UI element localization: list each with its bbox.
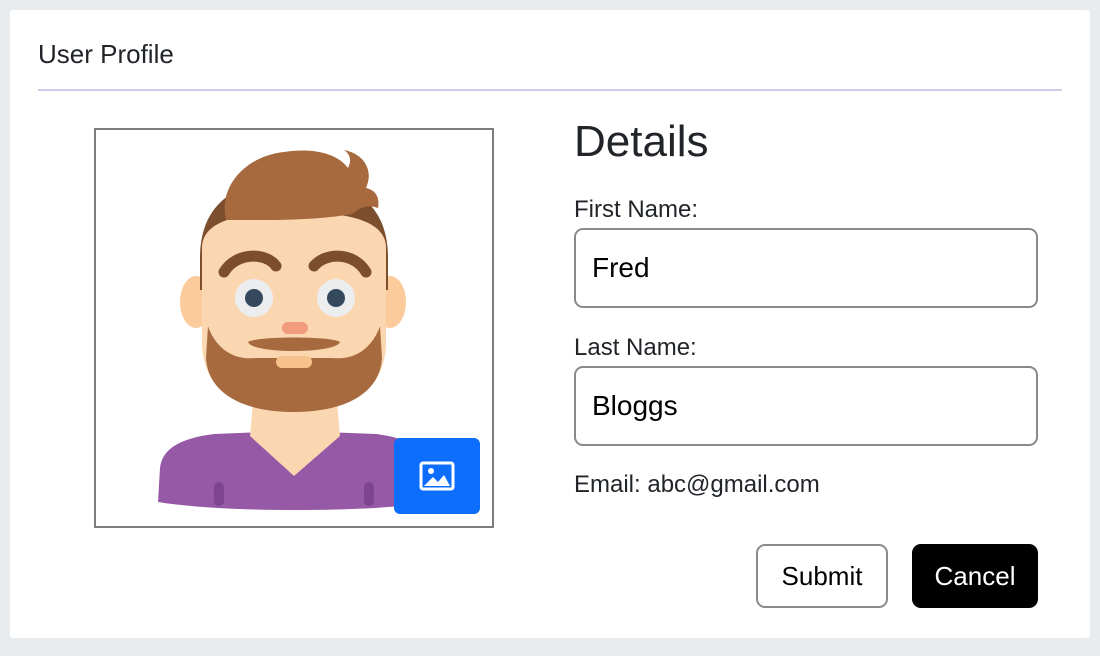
email-text: Email: abc@gmail.com (574, 471, 820, 498)
last-name-input[interactable] (574, 366, 1038, 446)
submit-button[interactable]: Submit (756, 544, 888, 608)
user-profile-card: User Profile Details First Name: Fred La… (10, 10, 1090, 638)
card-title: User Profile (38, 39, 174, 69)
avatar-frame (94, 128, 494, 528)
details-heading: Details (574, 117, 709, 166)
change-photo-button[interactable] (394, 438, 480, 514)
last-name-label: Last Name: (574, 334, 697, 361)
cancel-button[interactable]: Cancel (912, 544, 1038, 608)
first-name-input[interactable] (574, 228, 1038, 308)
header-divider (38, 89, 1062, 91)
first-name-label: First Name: (574, 196, 699, 223)
image-icon (419, 461, 455, 491)
